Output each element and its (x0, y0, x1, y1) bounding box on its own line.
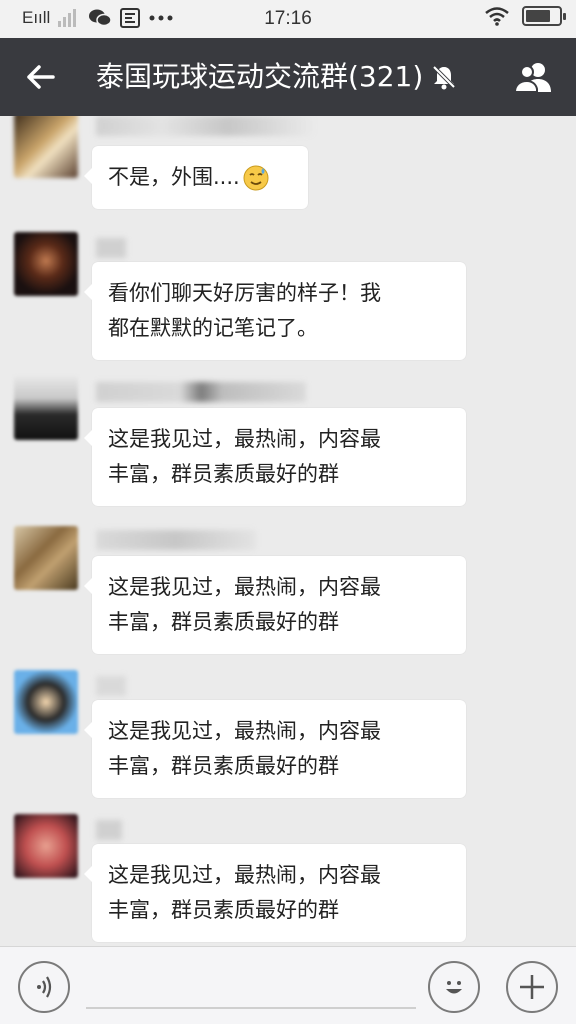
plus-icon (520, 975, 544, 999)
message-text-line: 看你们聊天好厉害的样子！我 (108, 281, 381, 305)
sweat-smile-emoji-icon (243, 165, 269, 191)
sender-name-blurred (96, 530, 256, 550)
more-functions-button[interactable] (506, 961, 558, 1013)
message-text-line: 都在默默的记笔记了。 (108, 316, 318, 340)
wifi-icon (485, 7, 509, 26)
chat-message-list[interactable]: 不是，外围.... 看你们聊天好厉害的样子！我 都在默默的记笔记了。 这是我见过… (0, 116, 576, 946)
battery-level-fill (526, 10, 550, 22)
sender-name-blurred (96, 676, 126, 696)
avatar[interactable] (14, 670, 78, 734)
sender-name-blurred (96, 820, 122, 840)
status-right (484, 6, 566, 26)
mute-bell-icon (432, 65, 456, 90)
message-text-line: 这是我见过，最热闹，内容最 (108, 575, 381, 599)
avatar[interactable] (14, 232, 78, 296)
avatar[interactable] (14, 526, 78, 590)
message-text: 不是，外围.... (108, 165, 240, 189)
message-text-line: 丰富，群员素质最好的群 (108, 462, 339, 486)
message-text-line: 这是我见过，最热闹，内容最 (108, 863, 381, 887)
back-button[interactable] (18, 55, 62, 99)
emoji-icon (446, 981, 462, 994)
message-text-line: 这是我见过，最热闹，内容最 (108, 719, 381, 743)
group-members-icon (513, 63, 551, 93)
message-text-line: 丰富，群员素质最好的群 (108, 610, 339, 634)
message-text-line: 这是我见过，最热闹，内容最 (108, 427, 381, 451)
avatar[interactable] (14, 814, 78, 878)
message-bubble[interactable]: 这是我见过，最热闹，内容最 丰富，群员素质最好的群 (84, 408, 466, 506)
avatar[interactable] (14, 376, 78, 440)
message-bubble[interactable]: 这是我见过，最热闹，内容最 丰富，群员素质最好的群 (84, 844, 466, 942)
voice-button[interactable] (18, 961, 70, 1013)
sender-name-blurred (96, 116, 316, 136)
message-bubble[interactable]: 不是，外围.... (84, 146, 308, 209)
status-bar: Eııll 17:16 (0, 0, 576, 38)
group-members-button[interactable] (510, 55, 558, 99)
input-bar (0, 946, 576, 1024)
message-bubble[interactable]: 看你们聊天好厉害的样子！我 都在默默的记笔记了。 (84, 262, 466, 360)
message-input[interactable] (86, 965, 416, 1009)
sender-name-blurred (96, 382, 306, 402)
message-bubble[interactable]: 这是我见过，最热闹，内容最 丰富，群员素质最好的群 (84, 556, 466, 654)
avatar[interactable] (14, 116, 78, 178)
back-arrow-icon (27, 65, 55, 89)
voice-icon (37, 976, 52, 998)
battery-icon (522, 6, 566, 26)
chat-header: 泰国玩球运动交流群(321) (0, 38, 576, 116)
message-bubble[interactable]: 这是我见过，最热闹，内容最 丰富，群员素质最好的群 (84, 700, 466, 798)
emoji-button[interactable] (428, 961, 480, 1013)
group-title: 泰国玩球运动交流群(321) (96, 60, 424, 93)
sender-name-blurred (96, 238, 126, 258)
message-text-line: 丰富，群员素质最好的群 (108, 754, 339, 778)
message-text-line: 丰富，群员素质最好的群 (108, 898, 339, 922)
